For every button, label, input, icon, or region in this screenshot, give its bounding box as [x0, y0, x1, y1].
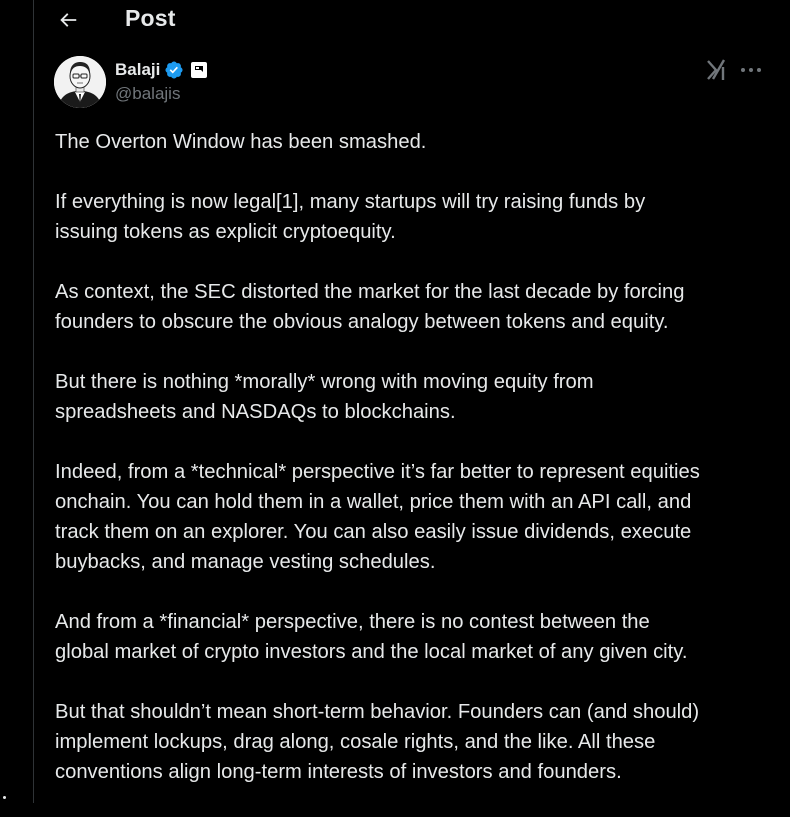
tweet-paragraph: But there is nothing *morally* wrong wit…	[55, 371, 594, 423]
avatar[interactable]	[54, 56, 106, 108]
arrow-left-icon	[60, 13, 77, 27]
more-dots-icon	[741, 68, 761, 72]
page-title: Post	[125, 5, 176, 31]
avatar-portrait-icon	[54, 56, 106, 108]
tweet-paragraph: And from a *financial* perspective, ther…	[55, 611, 688, 663]
post-header: Post	[34, 0, 790, 40]
author-name[interactable]: Balaji	[115, 60, 160, 80]
tweet-text: The Overton Window has been smashed. If …	[55, 127, 775, 817]
more-button[interactable]	[738, 58, 764, 82]
tweet-paragraph: Indeed, from a *technical* perspective i…	[55, 461, 700, 573]
author-name-row: Balaji	[115, 58, 208, 82]
column-divider	[33, 0, 34, 803]
grok-icon	[707, 59, 726, 80]
tweet-paragraph: As context, the SEC distorted the market…	[55, 281, 685, 333]
tweet-paragraph: If everything is now legal[1], many star…	[55, 191, 646, 243]
tweet-paragraph: But that shouldn’t mean short-term behav…	[55, 701, 700, 783]
grok-button[interactable]	[704, 58, 730, 82]
verified-badge-icon[interactable]	[164, 60, 184, 80]
post-page: Post Balaji @balajis The Overton Window …	[0, 0, 790, 803]
author-handle[interactable]: @balajis	[115, 84, 180, 104]
edge-dot	[3, 796, 6, 799]
tweet-paragraph: The Overton Window has been smashed.	[55, 131, 427, 153]
affiliate-badge-icon[interactable]	[190, 61, 208, 79]
back-button[interactable]	[54, 6, 82, 34]
